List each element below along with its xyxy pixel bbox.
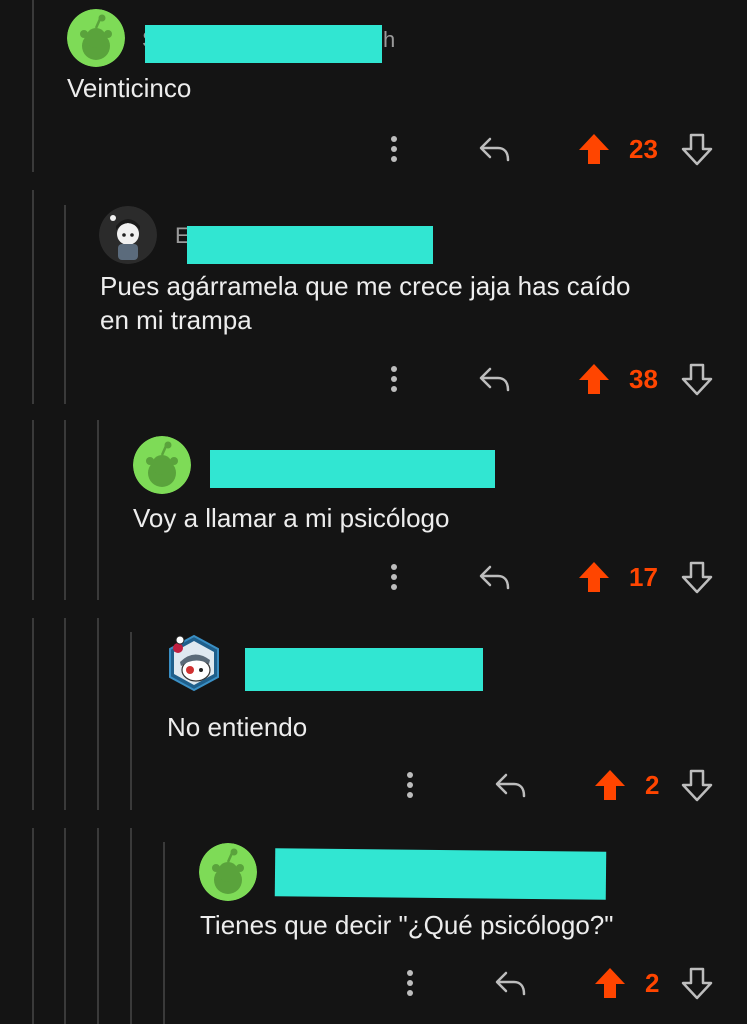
redacted-username [145,25,382,63]
reply-icon[interactable] [474,362,514,396]
downvote-arrow-icon[interactable] [678,360,716,398]
more-vertical-icon[interactable] [387,132,401,166]
redacted-username [274,848,607,900]
vote-score: 2 [645,968,660,998]
redacted-username [187,226,433,264]
downvote-arrow-icon[interactable] [678,766,716,804]
reply-icon[interactable] [490,966,530,1000]
comment-actions: 2 [0,768,747,808]
more-vertical-icon[interactable] [387,560,401,594]
downvote-arrow-icon[interactable] [678,130,716,168]
more-vertical-icon[interactable] [387,362,401,396]
comment-body: Tienes que decir "¿Qué psicólogo?" [200,910,614,940]
comment-body: Voy a llamar a mi psicólogo [133,503,450,533]
vote-score: 23 [629,134,658,164]
comment-actions: 23 [0,132,747,172]
snoo-green-avatar[interactable] [133,436,191,494]
vote-score: 38 [629,364,658,394]
vote-score: 17 [629,562,658,592]
reply-icon[interactable] [474,560,514,594]
comment-actions: 2 [0,966,747,1006]
comment-body: Veinticinco [67,73,192,103]
comment-actions: 38 [0,362,747,402]
snoo-green-avatar[interactable] [67,9,125,67]
redacted-username [210,450,495,488]
upvote-arrow-icon[interactable] [575,130,613,168]
upvote-arrow-icon[interactable] [591,766,629,804]
custom-snoo-avatar[interactable] [99,206,157,264]
downvote-arrow-icon[interactable] [678,964,716,1002]
more-vertical-icon[interactable] [403,966,417,1000]
author-name-suffix: h [383,27,396,52]
upvote-arrow-icon[interactable] [575,360,613,398]
comment-body: Pues agárramela que me crece jaja has ca… [100,271,631,335]
reply-icon[interactable] [474,132,514,166]
hexagon-snoo-avatar[interactable] [165,634,223,692]
snoo-green-avatar[interactable] [199,843,257,901]
more-vertical-icon[interactable] [403,768,417,802]
comment-actions: 17 [0,560,747,600]
vote-score: 2 [645,770,660,800]
upvote-arrow-icon[interactable] [591,964,629,1002]
comment-body: No entiendo [167,712,308,742]
downvote-arrow-icon[interactable] [678,558,716,596]
redacted-username [245,648,483,691]
reply-icon[interactable] [490,768,530,802]
upvote-arrow-icon[interactable] [575,558,613,596]
